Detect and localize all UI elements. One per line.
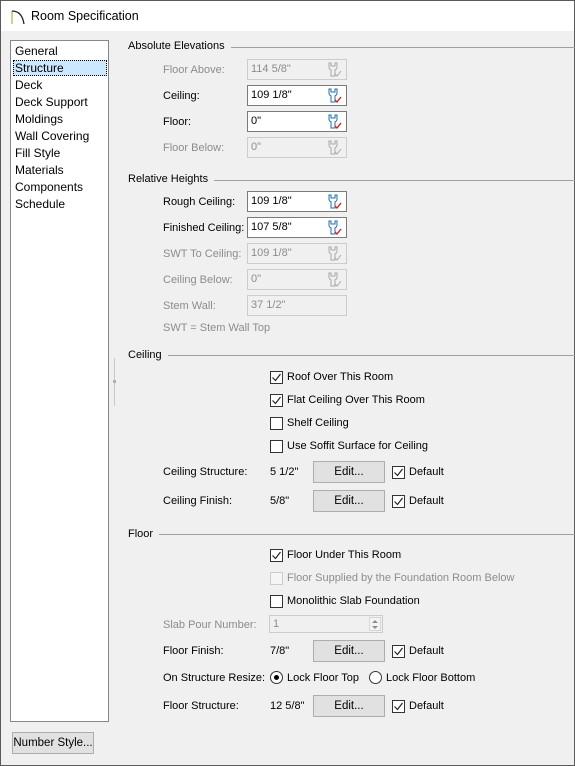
wrench-check-icon [328, 246, 342, 261]
sidebar-item-fill-style[interactable]: Fill Style [13, 145, 107, 161]
sidebar-item-components[interactable]: Components [13, 179, 107, 195]
wrench-check-icon [328, 140, 342, 155]
wrench-check-icon [328, 62, 342, 77]
ceiling-finish-value: 5/8" [270, 495, 290, 507]
floor-label: Floor: [163, 116, 192, 128]
checkbox-box[interactable] [392, 700, 405, 713]
checkbox-box[interactable] [392, 466, 405, 479]
ceiling-structure-edit-button[interactable]: Edit... [313, 461, 385, 483]
room-arc-icon [11, 10, 25, 25]
sidebar-item-structure[interactable]: Structure [13, 60, 107, 76]
floor-finish-label: Floor Finish: [163, 645, 224, 657]
wrench-check-icon[interactable] [324, 113, 342, 131]
floor-below-label: Floor Below: [163, 142, 225, 154]
floor-structure-value: 12 5/8" [270, 700, 305, 712]
sidebar-item-materials[interactable]: Materials [13, 162, 107, 178]
group-title-floor: Floor [128, 528, 160, 540]
floor-above-label: Floor Above: [163, 64, 225, 76]
finished-ceiling-input[interactable]: 107 5/8" [247, 217, 347, 238]
checkbox-box[interactable] [392, 495, 405, 508]
splitter-grip[interactable] [113, 380, 116, 383]
finished-ceiling-label: Finished Ceiling: [163, 222, 245, 234]
number-style-button[interactable]: Number Style... [12, 732, 94, 754]
sidebar-item-wall-covering[interactable]: Wall Covering [13, 128, 107, 144]
category-list[interactable]: General Structure Deck Deck Support Mold… [10, 40, 109, 722]
checkbox-box[interactable] [270, 417, 283, 430]
ceiling-label: Ceiling: [163, 90, 200, 102]
sidebar-item-schedule[interactable]: Schedule [13, 196, 107, 212]
floor-below-field: 0" [247, 137, 347, 158]
rough-ceiling-label: Rough Ceiling: [163, 196, 236, 208]
checkbox-box [270, 572, 283, 585]
ceiling-structure-label: Ceiling Structure: [163, 466, 248, 478]
sidebar-item-moldings[interactable]: Moldings [13, 111, 107, 127]
wrench-check-icon[interactable] [324, 193, 342, 211]
checkbox-box[interactable] [270, 549, 283, 562]
group-divider [128, 534, 575, 535]
title-bar: Room Specification [0, 0, 575, 31]
sidebar-item-deck-support[interactable]: Deck Support [13, 94, 107, 110]
group-divider [128, 355, 575, 356]
stem-wall-field: 37 1/2" [247, 295, 347, 316]
checkbox-box[interactable] [270, 440, 283, 453]
window-title: Room Specification [31, 9, 139, 23]
swt-to-ceiling-field: 109 1/8" [247, 243, 347, 264]
panel-splitter[interactable] [113, 358, 116, 406]
ceiling-structure-value: 5 1/2" [270, 466, 299, 478]
group-title-ceiling: Ceiling [128, 349, 168, 361]
group-title-absolute-elevations: Absolute Elevations [128, 40, 231, 52]
ceiling-below-label: Ceiling Below: [163, 274, 233, 286]
ceiling-finish-label: Ceiling Finish: [163, 495, 233, 507]
radio-circle[interactable] [270, 671, 283, 684]
group-title-relative-heights: Relative Heights [128, 173, 215, 185]
spin-up-icon [372, 620, 378, 623]
spinner-arrows [369, 617, 381, 631]
checkbox-box[interactable] [270, 595, 283, 608]
floor-elevation-input[interactable]: 0" [247, 111, 347, 132]
radio-circle[interactable] [369, 671, 382, 684]
checkbox-box[interactable] [392, 645, 405, 658]
floor-above-field: 114 5/8" [247, 59, 347, 80]
swt-note: SWT = Stem Wall Top [163, 322, 271, 334]
sidebar-item-general[interactable]: General [13, 43, 107, 59]
radio-dot [274, 675, 279, 680]
wrench-check-icon [328, 272, 342, 287]
swt-to-ceiling-label: SWT To Ceiling: [163, 248, 242, 260]
checkbox-box[interactable] [270, 371, 283, 384]
ceiling-finish-edit-button[interactable]: Edit... [313, 490, 385, 512]
floor-structure-edit-button[interactable]: Edit... [313, 695, 385, 717]
structure-resize-label: On Structure Resize: [163, 672, 266, 684]
checkbox-box[interactable] [270, 394, 283, 407]
floor-structure-label: Floor Structure: [163, 700, 239, 712]
rough-ceiling-input[interactable]: 109 1/8" [247, 191, 347, 212]
spin-down-icon [372, 626, 378, 629]
slab-pour-number-spinner: 1 [269, 615, 383, 633]
sidebar-item-deck[interactable]: Deck [13, 77, 107, 93]
wrench-check-icon[interactable] [324, 87, 342, 105]
wrench-check-icon[interactable] [324, 219, 342, 237]
slab-pour-number-label: Slab Pour Number: [163, 619, 257, 631]
floor-finish-edit-button[interactable]: Edit... [313, 640, 385, 662]
ceiling-elevation-input[interactable]: 109 1/8" [247, 85, 347, 106]
stem-wall-label: Stem Wall: [163, 300, 216, 312]
floor-finish-value: 7/8" [270, 645, 290, 657]
ceiling-below-field: 0" [247, 269, 347, 290]
